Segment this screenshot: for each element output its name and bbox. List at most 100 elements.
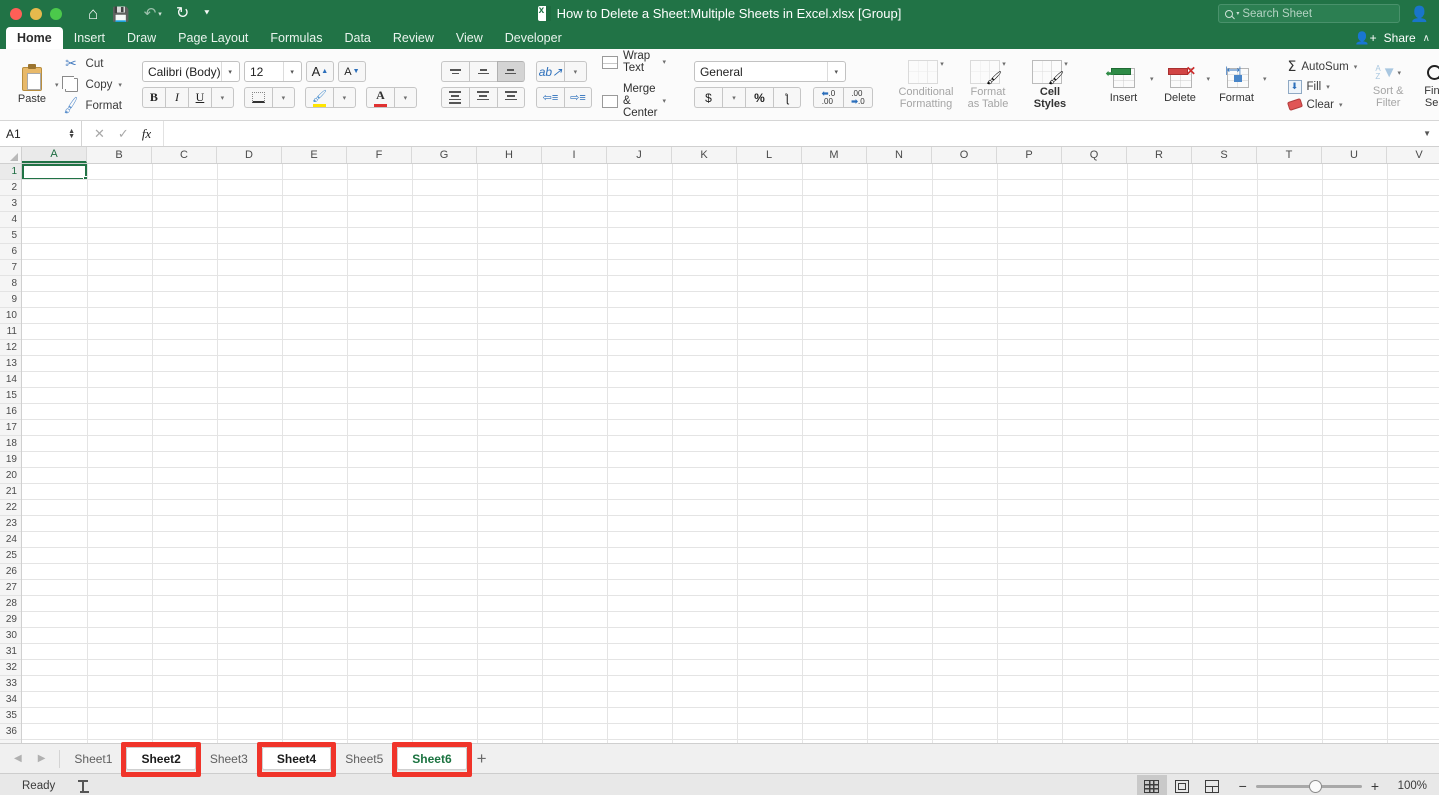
percent-style-button[interactable]: %: [745, 87, 773, 108]
page-break-view-button[interactable]: [1197, 775, 1227, 795]
comma-style-button[interactable]: ƪ: [773, 87, 801, 108]
column-header-M[interactable]: M: [802, 147, 867, 163]
sheet-tab-sheet2[interactable]: Sheet2: [126, 747, 195, 770]
align-top-button[interactable]: [441, 61, 469, 82]
tab-home[interactable]: Home: [6, 27, 63, 49]
align-left-button[interactable]: [441, 87, 469, 108]
column-header-N[interactable]: N: [867, 147, 932, 163]
name-box-spinner-icon[interactable]: ▲▼: [68, 129, 75, 139]
decrease-indent-button[interactable]: ⇦≡: [536, 87, 564, 108]
row-header-18[interactable]: 18: [0, 436, 21, 452]
font-color-button[interactable]: A: [366, 87, 394, 108]
increase-font-size-button[interactable]: A ▲: [306, 61, 334, 82]
wrap-text-button[interactable]: Wrap Text ▾: [602, 50, 666, 74]
chevron-down-icon[interactable]: ▾: [1354, 63, 1358, 71]
row-header-13[interactable]: 13: [0, 356, 21, 372]
column-header-B[interactable]: B: [87, 147, 152, 163]
font-name-select[interactable]: Calibri (Body) ▾: [142, 61, 240, 82]
save-icon[interactable]: 💾: [112, 7, 129, 21]
decrease-decimal-button[interactable]: .00➡.0: [843, 87, 873, 108]
zoom-slider[interactable]: [1256, 779, 1362, 793]
paste-button[interactable]: Paste: [6, 64, 52, 105]
column-header-K[interactable]: K: [672, 147, 737, 163]
bold-button[interactable]: B: [142, 87, 165, 108]
share-button-label[interactable]: Share: [1384, 31, 1416, 45]
row-header-29[interactable]: 29: [0, 612, 21, 628]
cancel-formula-icon[interactable]: ✕: [94, 126, 105, 142]
tab-data[interactable]: Data: [333, 27, 381, 49]
previous-sheet-icon[interactable]: ◀: [14, 753, 22, 764]
row-header-20[interactable]: 20: [0, 468, 21, 484]
sheet-tab-sheet4[interactable]: Sheet4: [262, 747, 331, 770]
cell-area[interactable]: [22, 164, 1439, 743]
row-header-5[interactable]: 5: [0, 228, 21, 244]
fill-color-button[interactable]: 🖌: [305, 87, 333, 108]
copy-dropdown-icon[interactable]: ▾: [118, 81, 122, 89]
merge-center-button[interactable]: Merge & Center ▾: [602, 83, 666, 119]
row-header-17[interactable]: 17: [0, 420, 21, 436]
format-cells-button[interactable]: |⟷| Format: [1210, 66, 1263, 104]
font-color-dropdown-button[interactable]: ▾: [394, 87, 417, 108]
format-dropdown-icon[interactable]: ▾: [1263, 75, 1267, 83]
row-header-22[interactable]: 22: [0, 500, 21, 516]
customize-toolbar-icon[interactable]: ⯆: [203, 9, 210, 18]
fill-color-dropdown-button[interactable]: ▾: [333, 87, 356, 108]
row-header-35[interactable]: 35: [0, 708, 21, 724]
accessibility-icon[interactable]: [78, 780, 92, 793]
delete-cells-button[interactable]: ✕ Delete: [1153, 66, 1206, 104]
row-header-21[interactable]: 21: [0, 484, 21, 500]
row-header-24[interactable]: 24: [0, 532, 21, 548]
copy-button[interactable]: Copy ▾: [63, 76, 122, 93]
column-header-V[interactable]: V: [1387, 147, 1439, 163]
search-input[interactable]: [1242, 8, 1393, 20]
row-header-27[interactable]: 27: [0, 580, 21, 596]
align-center-button[interactable]: [469, 87, 497, 108]
italic-button[interactable]: I: [165, 87, 188, 108]
name-box[interactable]: A1 ▲▼: [0, 121, 82, 146]
align-middle-button[interactable]: [469, 61, 497, 82]
row-header-1[interactable]: 1: [0, 164, 21, 180]
row-header-36[interactable]: 36: [0, 724, 21, 740]
column-header-J[interactable]: J: [607, 147, 672, 163]
find-select-button[interactable]: ▾ Find & Select: [1414, 61, 1439, 109]
page-layout-view-button[interactable]: [1167, 775, 1197, 795]
borders-dropdown-button[interactable]: ▾: [272, 87, 295, 108]
chevron-down-icon[interactable]: ▾: [1339, 101, 1343, 109]
zoom-in-button[interactable]: +: [1371, 779, 1379, 793]
column-header-C[interactable]: C: [152, 147, 217, 163]
row-header-8[interactable]: 8: [0, 276, 21, 292]
orientation-button[interactable]: ab↗: [536, 61, 564, 82]
sort-filter-button[interactable]: AZ▼ ▾ Sort & Filter: [1362, 61, 1414, 109]
chevron-down-icon[interactable]: ▾: [940, 60, 944, 68]
chevron-down-icon[interactable]: ▾: [221, 62, 234, 81]
row-header-12[interactable]: 12: [0, 340, 21, 356]
sheet-tab-sheet1[interactable]: Sheet1: [60, 747, 126, 770]
window-controls[interactable]: [0, 8, 62, 20]
autosum-button[interactable]: Σ AutoSum ▾: [1288, 59, 1358, 75]
add-sheet-button[interactable]: +: [467, 750, 497, 767]
chevron-down-icon[interactable]: ▾: [827, 62, 840, 81]
chevron-down-icon[interactable]: ▾: [662, 97, 666, 105]
currency-dropdown-button[interactable]: ▾: [722, 87, 745, 108]
column-header-T[interactable]: T: [1257, 147, 1322, 163]
chevron-down-icon[interactable]: ▾: [283, 62, 296, 81]
row-header-10[interactable]: 10: [0, 308, 21, 324]
collapse-ribbon-icon[interactable]: ∧: [1423, 33, 1430, 44]
row-header-25[interactable]: 25: [0, 548, 21, 564]
row-header-30[interactable]: 30: [0, 628, 21, 644]
fill-button[interactable]: ⬇ Fill ▾: [1288, 80, 1358, 94]
insert-function-icon[interactable]: fx: [142, 126, 151, 142]
maximize-window-button[interactable]: [50, 8, 62, 20]
cut-button[interactable]: ✂ Cut: [63, 55, 122, 72]
column-header-R[interactable]: R: [1127, 147, 1192, 163]
insert-cells-button[interactable]: ⬅ Insert: [1097, 66, 1150, 104]
expand-formula-bar-icon[interactable]: ▼: [1415, 121, 1439, 146]
tab-developer[interactable]: Developer: [494, 27, 573, 49]
column-header-U[interactable]: U: [1322, 147, 1387, 163]
column-header-Q[interactable]: Q: [1062, 147, 1127, 163]
row-header-6[interactable]: 6: [0, 244, 21, 260]
worksheet-grid[interactable]: ABCDEFGHIJKLMNOPQRSTUV 12345678910111213…: [0, 147, 1439, 743]
row-header-28[interactable]: 28: [0, 596, 21, 612]
normal-view-button[interactable]: [1137, 775, 1167, 795]
row-header-14[interactable]: 14: [0, 372, 21, 388]
